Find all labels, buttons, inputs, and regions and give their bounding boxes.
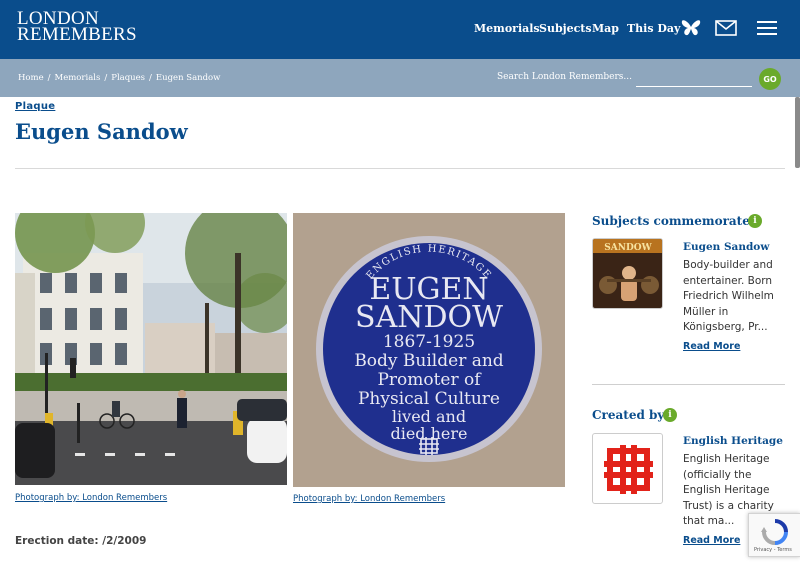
logo-line-2: REMEMBERS — [17, 24, 137, 45]
breadcrumb-bar: Home / Memorials / Plaques / Eugen Sandow Sear… — [0, 59, 800, 97]
plaque-line-8: died here — [390, 424, 467, 443]
nav-map[interactable]: Map — [592, 22, 619, 35]
envelope-icon[interactable] — [714, 17, 738, 39]
nav-memorials[interactable]: Memorials — [474, 22, 540, 35]
erection-date: Erection date: /2/2009 — [15, 535, 147, 547]
plaque-line-6: Physical Culture — [358, 389, 500, 409]
site-logo[interactable]: LONDON REMEMBERS — [17, 9, 137, 45]
created-by-heading: Created by — [592, 408, 665, 422]
hamburger-menu-icon[interactable] — [755, 17, 779, 39]
breadcrumb: Home / Memorials / Plaques / Eugen Sandow — [18, 73, 221, 83]
plaque-photo[interactable]: ENGLISH HERITAGE EUGEN SANDOW 1867-1925 … — [293, 213, 565, 487]
recaptcha-badge[interactable]: Privacy - Terms — [748, 513, 800, 557]
creator-name[interactable]: English Heritage — [683, 435, 783, 447]
category-link[interactable]: Plaque — [15, 101, 55, 112]
search-label: Search London Remembers... — [497, 72, 632, 82]
subjects-info-icon[interactable]: i — [748, 214, 762, 228]
plaque-line-3: 1867-1925 — [383, 332, 475, 352]
subjects-heading: Subjects commemorated — [592, 214, 759, 228]
subject-name[interactable]: Eugen Sandow — [683, 241, 769, 253]
butterfly-icon[interactable] — [679, 17, 703, 39]
plaque-line-5: Promoter of — [377, 370, 482, 390]
site-header: LONDON REMEMBERS Memorials Subjects Map … — [0, 0, 800, 59]
search-go-button[interactable]: GO — [759, 68, 781, 90]
breadcrumb-current[interactable]: Eugen Sandow — [156, 73, 221, 83]
creator-read-more-link[interactable]: Read More — [683, 535, 740, 546]
breadcrumb-plaques[interactable]: Plaques — [111, 73, 145, 83]
english-heritage-logo[interactable] — [592, 433, 663, 504]
sidebar-divider — [592, 384, 785, 385]
title-divider — [15, 168, 785, 169]
created-by-info-icon[interactable]: i — [663, 408, 677, 422]
search-input[interactable] — [636, 69, 752, 87]
street-photo[interactable] — [15, 213, 287, 485]
page-title: Eugen Sandow — [15, 119, 188, 144]
recaptcha-icon — [761, 519, 788, 545]
photo-credit-1[interactable]: Photograph by: London Remembers — [15, 493, 167, 503]
subject-thumb-text: SANDOW — [604, 243, 652, 253]
subject-read-more-link[interactable]: Read More — [683, 341, 740, 352]
plaque-line-4: Body Builder and — [354, 351, 503, 371]
photo-credit-2[interactable]: Photograph by: London Remembers — [293, 494, 445, 504]
subject-description: Body-builder and entertainer. Born Fried… — [683, 259, 774, 333]
breadcrumb-memorials[interactable]: Memorials — [55, 73, 101, 83]
plaque-line-2: SANDOW — [355, 300, 503, 335]
nav-subjects[interactable]: Subjects — [539, 22, 592, 35]
breadcrumb-home[interactable]: Home — [18, 73, 44, 83]
subject-thumbnail[interactable]: SANDOW — [592, 238, 663, 309]
scrollbar-thumb[interactable] — [795, 97, 800, 168]
nav-this-day[interactable]: This Day — [627, 22, 680, 35]
recaptcha-text[interactable]: Privacy - Terms — [754, 547, 792, 553]
